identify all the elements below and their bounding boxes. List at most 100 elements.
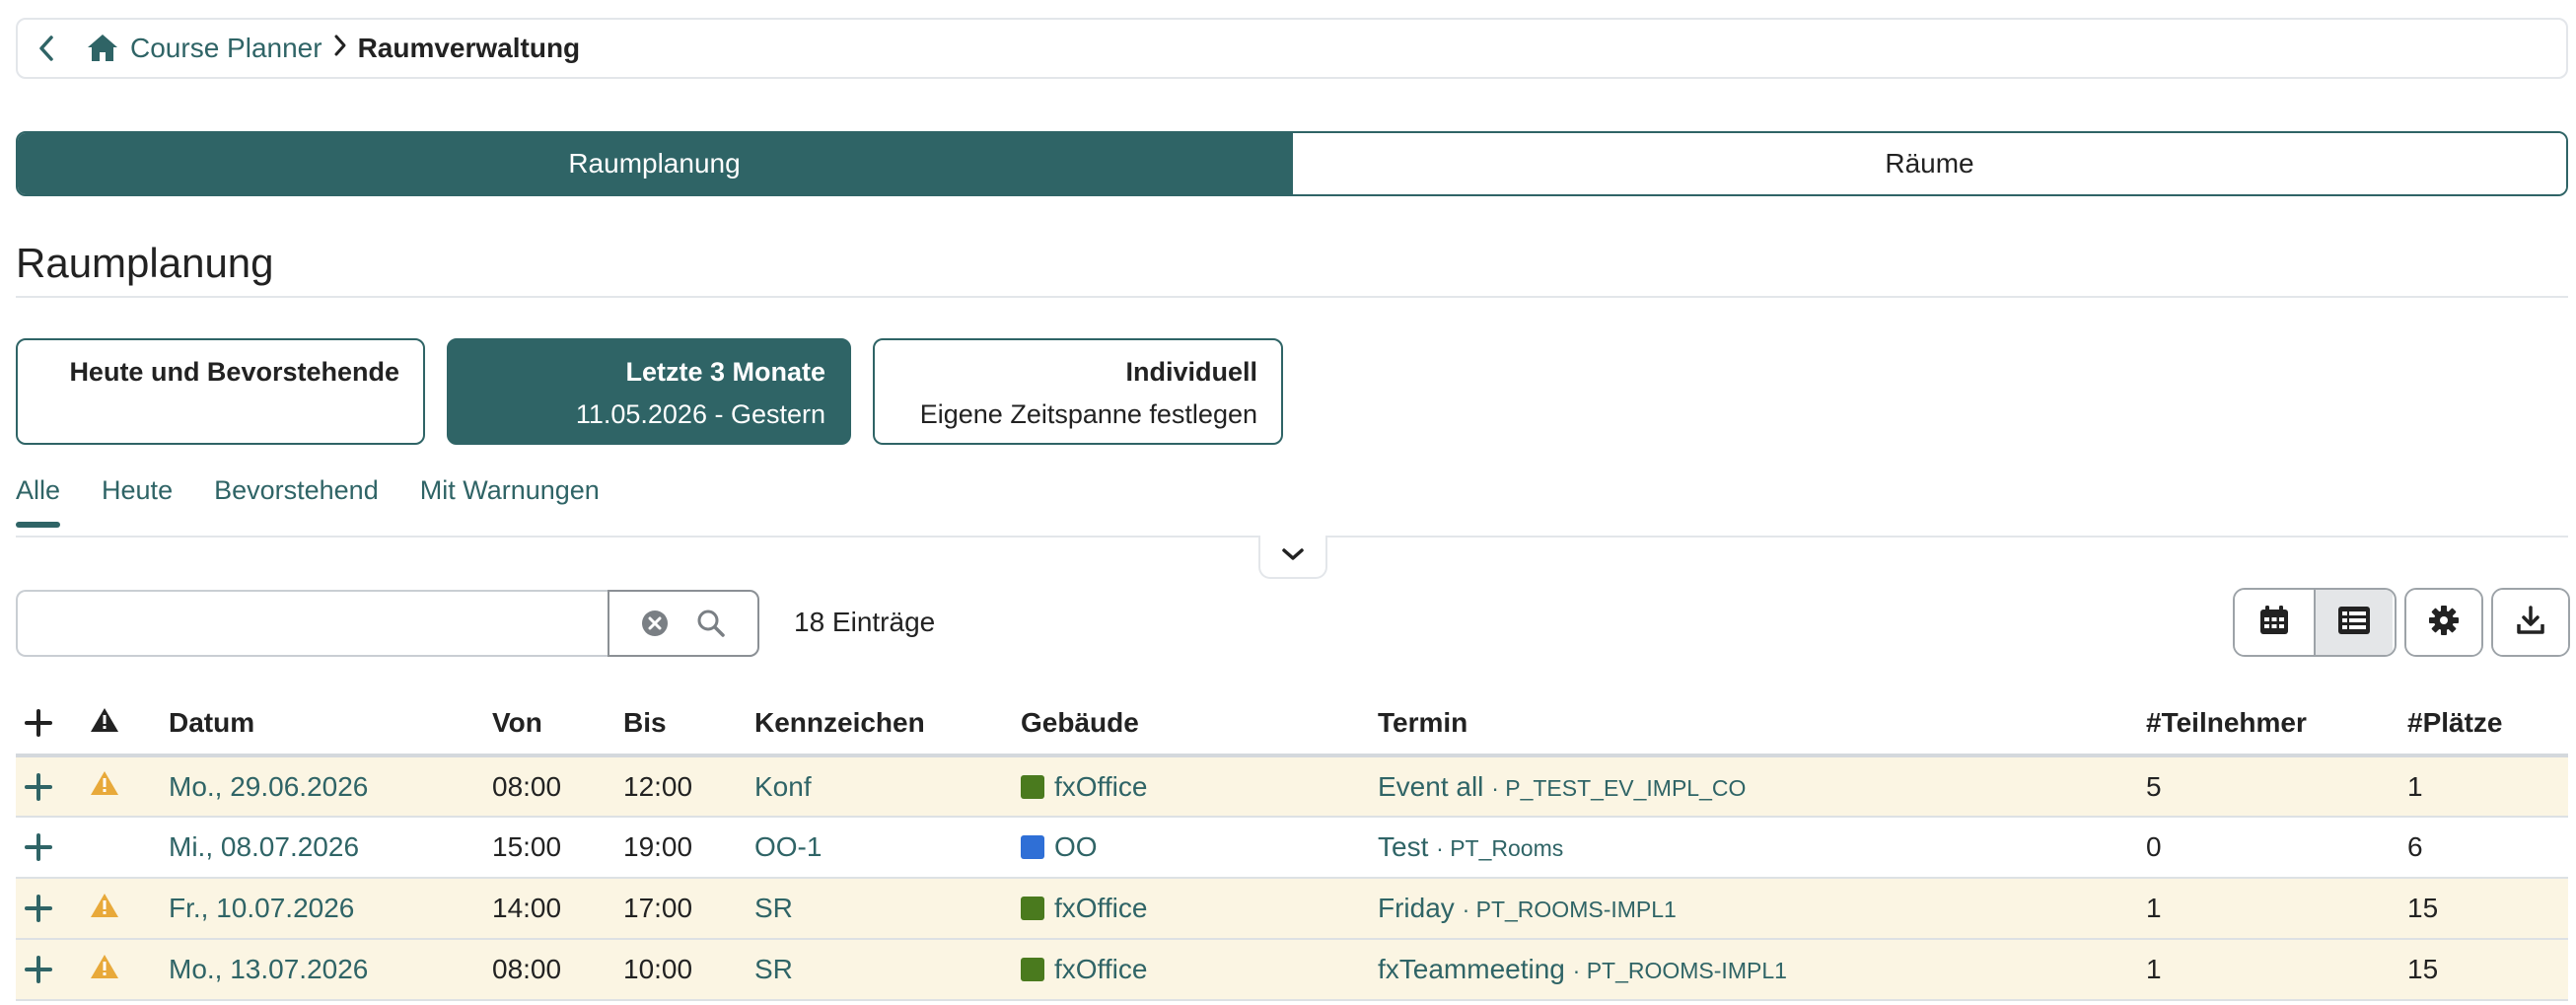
expand-row-cell[interactable]	[16, 817, 90, 879]
list-view-button[interactable]	[2314, 590, 2393, 655]
to-cell: 19:00	[623, 817, 754, 879]
warning-cell	[90, 939, 169, 1001]
column-header[interactable]: Gebäude	[1021, 692, 1378, 757]
calendar-icon	[2257, 604, 2291, 642]
tab-all[interactable]: Alle	[16, 475, 61, 528]
expand-filters-button[interactable]	[1258, 536, 1327, 579]
column-header[interactable]: Datum	[169, 692, 492, 757]
participants-cell: 5	[2146, 755, 2407, 818]
building-link[interactable]: fxOffice	[1054, 893, 1147, 923]
tab-warnings[interactable]: Mit Warnungen	[420, 475, 600, 528]
column-header[interactable]: #Plätze	[2407, 692, 2568, 757]
tab-bar: Alle Heute Bevorstehend Mit Warnungen	[16, 475, 641, 528]
expand-row-cell[interactable]	[16, 878, 90, 940]
building-link[interactable]: fxOffice	[1054, 771, 1147, 802]
table-row[interactable]: Mo., 13.07.2026 08:00 10:00 SR fxOffice fxTea…	[16, 939, 2568, 1001]
chevron-down-icon	[1280, 545, 1306, 568]
filter-card-last-3-months[interactable]: Letzte 3 Monate 11.05.2026 - Gestern	[447, 338, 851, 445]
download-group	[2491, 588, 2570, 657]
participants-cell: 0	[2146, 817, 2407, 879]
table-row[interactable]: Fr., 10.07.2026 14:00 17:00 SR fxOffice Frida…	[16, 878, 2568, 940]
seats-cell: 1	[2407, 755, 2568, 818]
warning-cell	[90, 817, 169, 879]
seats-cell: 6	[2407, 817, 2568, 879]
date-link[interactable]: Mo., 29.06.2026	[169, 771, 368, 802]
room-code-link[interactable]: OO-1	[754, 831, 822, 862]
event-code: · PT_ROOMS-IMPL1	[1572, 958, 1787, 983]
participants-cell: 1	[2146, 939, 2407, 1001]
to-cell: 17:00	[623, 878, 754, 940]
expand-row-cell[interactable]	[16, 755, 90, 818]
breadcrumb-separator-icon	[332, 33, 348, 64]
building-link[interactable]: fxOffice	[1054, 954, 1147, 984]
back-icon[interactable]	[36, 34, 85, 63]
search-icon[interactable]	[696, 609, 726, 638]
to-cell: 12:00	[623, 755, 754, 818]
event-link[interactable]: Event all	[1378, 771, 1483, 802]
filter-card-custom[interactable]: Individuell Eigene Zeitspanne festlegen	[873, 338, 1283, 445]
from-cell: 08:00	[492, 755, 623, 818]
plus-icon	[16, 894, 90, 923]
expand-row-cell[interactable]	[16, 939, 90, 1001]
building-color-swatch	[1021, 774, 1044, 799]
table-row[interactable]: Mi., 08.07.2026 15:00 19:00 OO-1 OO Test · PT…	[16, 817, 2568, 879]
room-code-link[interactable]: SR	[754, 893, 793, 923]
event-code: · PT_ROOMS-IMPL1	[1462, 897, 1677, 922]
plus-icon	[16, 955, 90, 984]
from-cell: 14:00	[492, 878, 623, 940]
card-subtitle: Eigene Zeitspanne festlegen	[919, 399, 1257, 429]
download-button[interactable]	[2493, 590, 2568, 655]
event-code: · PT_Rooms	[1436, 835, 1564, 861]
bookings-table: Datum Von Bis Kennzeichen Gebäude Termin…	[16, 692, 2568, 1001]
room-code-link[interactable]: Konf	[754, 771, 812, 802]
filter-card-upcoming[interactable]: Heute und Bevorstehende	[16, 338, 425, 445]
plus-icon	[16, 772, 90, 802]
segment-raeume[interactable]: Räume	[1291, 133, 2566, 194]
warning-cell	[90, 878, 169, 940]
participants-cell: 1	[2146, 878, 2407, 940]
clear-icon[interactable]	[641, 610, 669, 637]
warning-icon	[90, 707, 119, 740]
warning-icon	[90, 771, 119, 803]
date-link[interactable]: Mi., 08.07.2026	[169, 831, 359, 862]
settings-group	[2404, 588, 2483, 657]
date-link[interactable]: Mo., 13.07.2026	[169, 954, 368, 984]
gear-icon	[2428, 605, 2460, 641]
calendar-view-button[interactable]	[2235, 590, 2314, 655]
room-code-link[interactable]: SR	[754, 954, 793, 984]
list-icon	[2336, 605, 2372, 641]
column-header[interactable]: Bis	[623, 692, 754, 757]
column-header[interactable]: #Teilnehmer	[2146, 692, 2407, 757]
entry-count: 18 Einträge	[794, 607, 936, 637]
card-title: Letzte 3 Monate	[625, 357, 825, 387]
column-header[interactable]: Termin	[1378, 692, 2146, 757]
breadcrumb-current: Raumverwaltung	[357, 33, 581, 63]
settings-button[interactable]	[2406, 590, 2481, 655]
segment-raumplanung[interactable]: Raumplanung	[18, 133, 1291, 194]
table-row[interactable]: Mo., 29.06.2026 08:00 12:00 Konf fxOffice Eve…	[16, 755, 2568, 818]
search-input[interactable]	[16, 590, 608, 657]
seats-cell: 15	[2407, 939, 2568, 1001]
event-link[interactable]: Test	[1378, 831, 1428, 862]
expand-all-header[interactable]	[16, 692, 90, 757]
tab-today[interactable]: Heute	[102, 475, 173, 528]
home-icon[interactable]	[85, 31, 120, 66]
event-link[interactable]: fxTeammeeting	[1378, 954, 1565, 984]
date-link[interactable]: Fr., 10.07.2026	[169, 893, 354, 923]
event-link[interactable]: Friday	[1378, 893, 1455, 923]
page-title: Raumplanung	[16, 240, 274, 286]
warning-icon	[90, 954, 119, 986]
warning-icon	[90, 893, 119, 925]
search-actions	[608, 590, 759, 657]
breadcrumb-course-planner[interactable]: Course Planner	[130, 33, 322, 64]
card-title: Heute und Bevorstehende	[69, 357, 399, 387]
card-subtitle: 11.05.2026 - Gestern	[575, 399, 825, 429]
breadcrumb: Course Planner Raumverwaltung	[16, 18, 2568, 79]
tab-upcoming[interactable]: Bevorstehend	[214, 475, 379, 528]
building-link[interactable]: OO	[1054, 831, 1098, 862]
column-header[interactable]: Von	[492, 692, 623, 757]
column-header[interactable]: Kennzeichen	[754, 692, 1021, 757]
search-bar	[16, 590, 759, 657]
card-title: Individuell	[1125, 357, 1257, 387]
event-code: · P_TEST_EV_IMPL_CO	[1491, 774, 1747, 801]
